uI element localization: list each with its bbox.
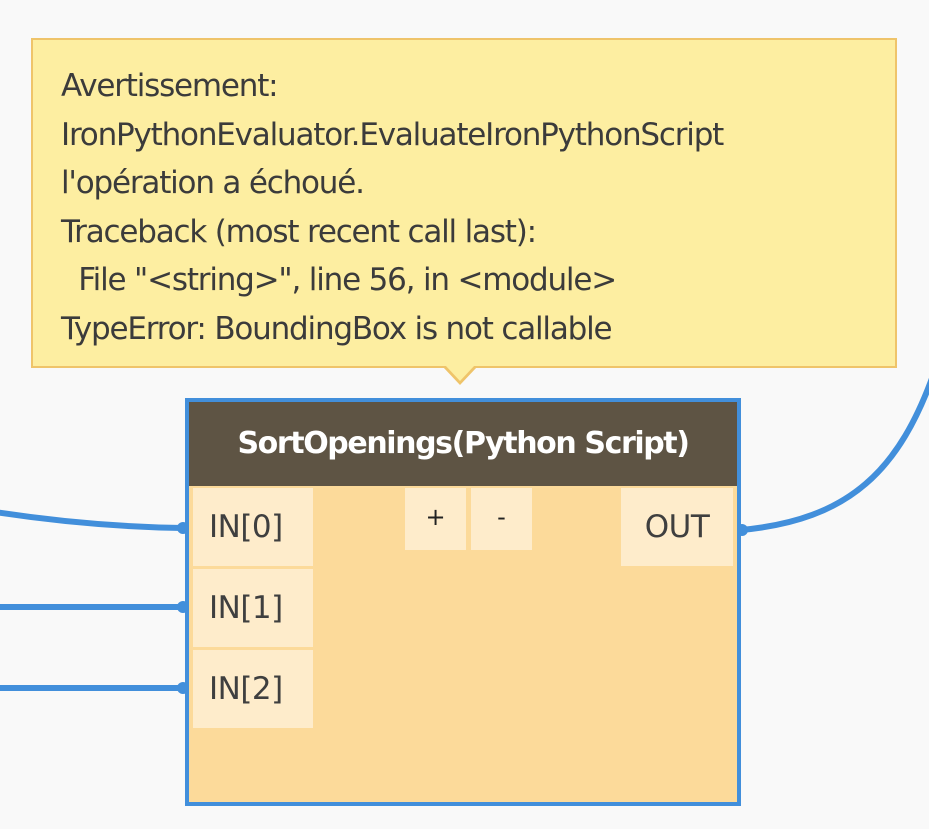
warning-message: l'opération a échoué. — [61, 165, 365, 201]
add-input-button[interactable]: + — [405, 488, 466, 550]
input-port-0[interactable]: IN[0] — [193, 488, 313, 566]
python-script-node[interactable]: SortOpenings(Python Script) IN[0] IN[1] … — [185, 398, 741, 806]
output-port[interactable]: OUT — [621, 488, 733, 566]
traceback-error: TypeError: BoundingBox is not callable — [61, 310, 613, 347]
remove-input-button[interactable]: - — [471, 488, 532, 550]
warning-title: Avertissement: — [61, 68, 279, 104]
traceback-header: Traceback (most recent call last): — [61, 213, 537, 250]
tooltip-pointer-fill — [445, 365, 475, 381]
warning-tooltip: Avertissement: IronPythonEvaluator.Evalu… — [31, 38, 897, 368]
warning-source: IronPythonEvaluator.EvaluateIronPythonSc… — [61, 116, 724, 153]
traceback-file-line: File "<string>", line 56, in <module> — [61, 262, 617, 298]
wire-in-0[interactable] — [0, 509, 186, 531]
node-title[interactable]: SortOpenings(Python Script) — [189, 402, 737, 486]
input-port-1[interactable]: IN[1] — [193, 569, 313, 647]
wire-out[interactable] — [738, 370, 929, 533]
input-port-2[interactable]: IN[2] — [193, 650, 313, 728]
